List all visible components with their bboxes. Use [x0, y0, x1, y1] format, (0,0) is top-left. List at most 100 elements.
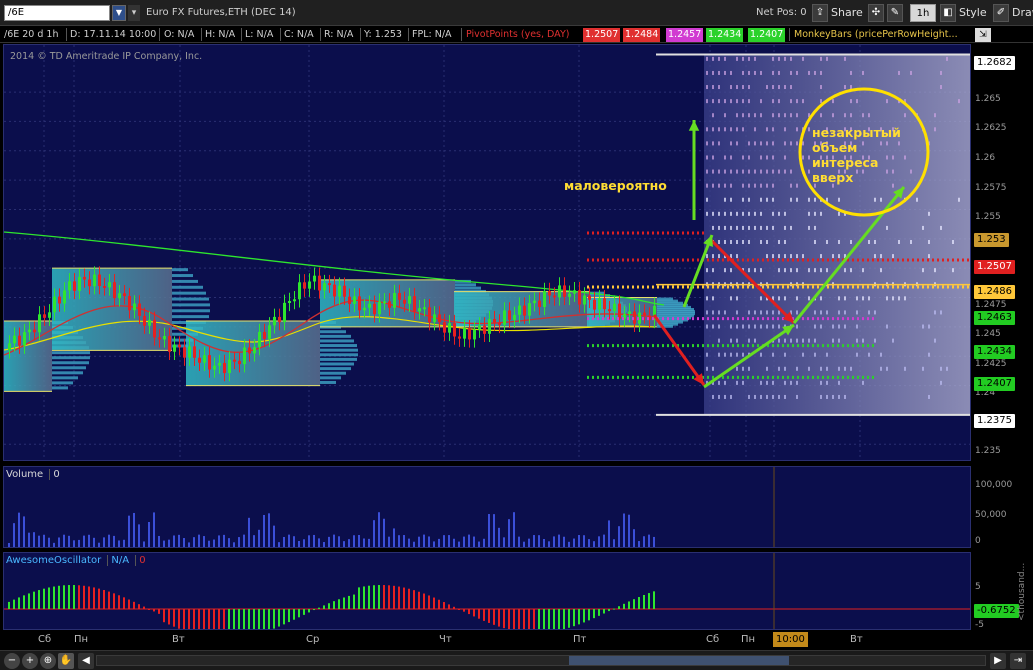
volume-axis[interactable]: 100,000 50,000 0 — [972, 466, 1033, 548]
time-scrollbar[interactable] — [96, 655, 986, 666]
monkeybars-mark — [736, 170, 738, 174]
ao-bar — [483, 609, 485, 621]
ao-bar — [28, 593, 30, 609]
volume-bar — [103, 537, 105, 547]
volume-bar — [483, 539, 485, 547]
candle-body — [413, 296, 416, 311]
aggregation-label[interactable]: /6E 20 d 1h — [4, 29, 59, 40]
candle-body — [563, 285, 566, 296]
volume-profile-bar — [172, 286, 203, 289]
symbol-dropdown-icon[interactable]: ▼ — [112, 5, 126, 21]
timeframe-button[interactable]: 1h — [910, 4, 936, 22]
monkeybars-mark — [730, 296, 732, 300]
ao-bar — [108, 592, 110, 609]
monkeybars-mark — [760, 395, 762, 399]
volume-bar — [508, 519, 510, 547]
zoom-fit-icon[interactable]: ⊕ — [40, 653, 56, 669]
candle-body — [603, 298, 606, 309]
volume-bar — [638, 541, 640, 547]
monkeybars-mark — [766, 198, 768, 202]
expand-icon[interactable]: ⇥ — [1010, 653, 1026, 669]
volume-tick: 100,000 — [975, 480, 1012, 490]
share-icon[interactable]: ⇪ — [812, 4, 828, 22]
awesome-oscillator-chart — [4, 553, 971, 630]
volume-panel[interactable]: Volume 0 — [3, 466, 971, 548]
candle-body — [68, 281, 71, 290]
ao-bar — [518, 609, 520, 630]
price-panel[interactable]: 2014 © TD Ameritrade IP Company, Inc. ма… — [3, 44, 971, 461]
price-axis[interactable]: 1.265 1.2625 1.26 1.2575 1.255 1.2475 1.… — [972, 44, 1033, 461]
candle-body — [53, 297, 56, 313]
volume-bar — [128, 516, 130, 547]
candle-body — [433, 314, 436, 322]
volume-bar — [43, 535, 45, 547]
monkeybars-mark — [928, 254, 930, 258]
monkeybars-mark — [712, 395, 714, 399]
zoom-in-icon[interactable]: + — [22, 653, 38, 669]
symbol-input[interactable]: /6E — [4, 5, 110, 21]
wrench-icon[interactable]: ✎ — [887, 4, 903, 22]
zoom-out-icon[interactable]: − — [4, 653, 20, 669]
monkeybars-mark — [754, 127, 756, 131]
monkeybars-mark — [778, 310, 780, 314]
monkeybars-mark — [754, 113, 756, 117]
candle-body — [338, 286, 341, 297]
monkeybars-mark — [958, 198, 960, 202]
symbol-link-icon[interactable]: ▾ — [128, 5, 140, 21]
candle-body — [573, 290, 576, 293]
arrow-down-1 — [654, 315, 704, 385]
ao-axis[interactable]: 5 -0.6752 -5 <thousand... — [972, 552, 1033, 630]
monkeybars-mark — [862, 339, 864, 343]
volume-bar — [583, 535, 585, 547]
style-icon[interactable]: ◧ — [940, 4, 956, 22]
monkeybars-mark — [778, 395, 780, 399]
monkeybars-mark — [832, 99, 834, 103]
pivot-points-label[interactable]: PivotPoints (yes, DAY) — [466, 29, 569, 40]
monkeybars-mark — [748, 367, 750, 371]
collapse-icon[interactable]: ⇲ — [975, 28, 991, 42]
style-button[interactable]: Style — [959, 4, 987, 22]
monkeybars-mark — [814, 226, 816, 230]
candle-body — [278, 317, 281, 322]
volume-bar — [328, 537, 330, 547]
ao-bar — [268, 609, 270, 630]
monkeybars-mark — [778, 325, 780, 329]
ao-bar — [323, 605, 325, 609]
monkeybars-mark — [790, 226, 792, 230]
scrollbar-thumb[interactable] — [569, 656, 789, 665]
candle-body — [83, 277, 86, 280]
volume-bar — [363, 538, 365, 547]
volume-bar — [518, 537, 520, 547]
scroll-right-icon[interactable]: ▶ — [990, 653, 1006, 669]
volume-profile-bar — [172, 315, 209, 318]
ao-side-label-box: <thousand... — [1016, 560, 1028, 626]
ao-label[interactable]: AwesomeOscillator — [6, 555, 101, 566]
monkeybars-mark — [712, 296, 714, 300]
drawings-button[interactable]: Drawings — [1012, 4, 1033, 22]
volume-bar — [213, 540, 215, 547]
volume-bar — [68, 536, 70, 547]
monkeybars-mark — [940, 226, 942, 230]
separator — [789, 28, 790, 41]
price-tag-r2: 1.2507 — [974, 260, 1015, 274]
ao-bar — [73, 585, 75, 609]
candle-body — [313, 276, 316, 282]
date-axis[interactable]: Сб Пн Вт Ср Чт Пт Сб Пн Вт 10:00 — [0, 632, 1033, 648]
volume-bar — [78, 540, 80, 547]
crosshair-icon[interactable]: ✣ — [868, 4, 884, 22]
drawings-icon[interactable]: ✐ — [993, 4, 1009, 22]
monkeybars-mark — [844, 57, 846, 61]
monkeybars-mark — [778, 367, 780, 371]
awesome-oscillator-panel[interactable]: AwesomeOscillator N/A 0 — [3, 552, 971, 630]
volume-profile-bar — [320, 349, 358, 352]
share-button[interactable]: Share — [831, 4, 863, 22]
monkeybars-mark — [784, 296, 786, 300]
volume-profile-bar — [52, 376, 78, 379]
monkeybars-mark — [814, 71, 816, 75]
monkeybars-mark — [754, 170, 756, 174]
separator — [461, 28, 462, 41]
candle-body — [63, 290, 66, 303]
pan-hand-icon[interactable]: ✋ — [58, 653, 74, 669]
scroll-left-icon[interactable]: ◀ — [78, 653, 94, 669]
monkeybars-label[interactable]: MonkeyBars (pricePerRowHeight... — [794, 29, 958, 40]
